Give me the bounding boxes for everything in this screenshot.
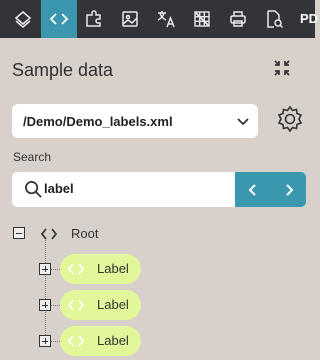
element-icon: [67, 263, 85, 275]
search-label: Search: [13, 150, 52, 164]
translate-icon: [157, 11, 175, 28]
tree-node-label[interactable]: Label: [60, 326, 141, 356]
layers-icon: [14, 10, 32, 29]
expand-toggle[interactable]: [39, 335, 51, 347]
element-icon: [40, 228, 58, 240]
expand-toggle[interactable]: [39, 263, 51, 275]
layers-button[interactable]: [5, 0, 41, 38]
search-prev-button[interactable]: [235, 172, 271, 207]
search-field[interactable]: label: [12, 172, 306, 207]
tree-node-text: Label: [97, 261, 129, 276]
puzzle-button[interactable]: [76, 0, 112, 38]
preview-button[interactable]: [256, 0, 292, 38]
tree-connector: [51, 269, 60, 270]
panel-title: Sample data: [12, 60, 114, 80]
tree-connector: [45, 240, 46, 341]
settings-icon[interactable]: [275, 104, 305, 134]
preview-doc-icon: [267, 10, 284, 29]
translate-button[interactable]: [148, 0, 184, 38]
code-button[interactable]: [41, 0, 77, 38]
tree-node-label[interactable]: Label: [60, 254, 141, 284]
search-icon: [25, 181, 42, 198]
puzzle-icon: [86, 10, 101, 27]
tree-node-label[interactable]: Label: [60, 290, 141, 320]
search-input[interactable]: label: [44, 181, 74, 196]
chevron-right-icon: [286, 183, 294, 196]
chevron-left-icon: [248, 183, 256, 196]
tree-connector: [51, 305, 60, 306]
grid-icon: [194, 11, 210, 27]
sample-file-select[interactable]: /Demo/Demo_labels.xml: [12, 104, 258, 138]
sample-file-value: /Demo/Demo_labels.xml: [23, 113, 173, 129]
chevron-down-icon: [237, 118, 249, 126]
search-next-button[interactable]: [271, 172, 306, 207]
image-button[interactable]: [112, 0, 148, 38]
tree-connector: [51, 341, 60, 342]
toolbar: PD: [0, 0, 318, 38]
tree-node-text: Label: [97, 333, 129, 348]
tree-node-text: Label: [97, 297, 129, 312]
collapse-icon[interactable]: [272, 58, 292, 78]
image-icon: [122, 11, 138, 27]
grid-button[interactable]: [184, 0, 220, 38]
expand-toggle[interactable]: [39, 299, 51, 311]
tree-root-label[interactable]: Root: [71, 226, 98, 241]
print-button[interactable]: [220, 0, 256, 38]
toolbar-overflow-label[interactable]: PD: [300, 11, 318, 26]
print-icon: [230, 11, 246, 27]
code-icon: [49, 13, 69, 25]
collapse-toggle[interactable]: [13, 227, 25, 239]
element-icon: [67, 335, 85, 347]
element-icon: [67, 299, 85, 311]
